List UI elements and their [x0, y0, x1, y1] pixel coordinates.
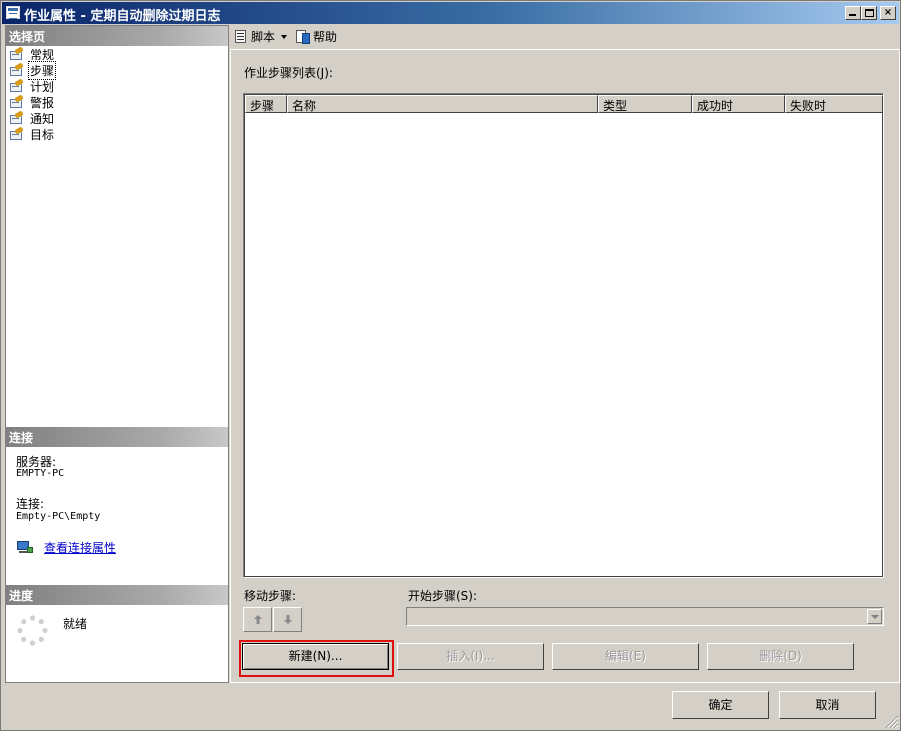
page-item-label: 计划	[30, 79, 55, 94]
page-item-targets[interactable]: 目标	[9, 125, 224, 142]
close-button[interactable]: ×	[880, 6, 896, 20]
job-step-list-header: 步骤 名称 类型 成功时 失败时	[245, 95, 883, 113]
page-list: 常规 步骤 计划 警报 通知 目标	[9, 45, 224, 142]
help-button[interactable]: 帮助	[295, 28, 337, 45]
view-connection-properties[interactable]: 查看连接属性	[16, 539, 116, 556]
page-item-label: 通知	[30, 111, 55, 126]
connection-label: 连接:	[16, 497, 45, 511]
window-app-icon	[6, 6, 20, 19]
chevron-down-icon[interactable]	[867, 609, 882, 624]
toolbar: 脚本 帮助	[230, 25, 900, 50]
progress-header: 进度	[6, 585, 228, 605]
page-item-general[interactable]: 常规	[9, 45, 224, 62]
move-step-label: 移动步骤:	[244, 589, 297, 603]
minimize-icon	[849, 14, 856, 16]
column-header-type[interactable]: 类型	[598, 95, 692, 113]
arrow-down-icon	[284, 615, 292, 624]
script-icon	[233, 29, 249, 45]
job-step-list[interactable]: 步骤 名称 类型 成功时 失败时	[243, 93, 884, 578]
page-icon	[9, 77, 24, 93]
job-properties-window: 作业属性 - 定期自动删除过期日志 × 选择页 常规 步骤 计划 警报 通知 目…	[0, 0, 901, 731]
column-header-on-failure[interactable]: 失败时	[785, 95, 883, 113]
help-icon	[295, 29, 311, 45]
page-item-schedules[interactable]: 计划	[9, 77, 224, 94]
column-header-step[interactable]: 步骤	[245, 95, 287, 113]
ok-button[interactable]: 确定	[672, 691, 769, 719]
resize-grip-icon[interactable]	[883, 713, 899, 729]
connection-properties-icon	[16, 540, 34, 555]
page-item-label: 目标	[30, 127, 55, 142]
page-item-label: 步骤	[27, 60, 57, 80]
page-item-label: 警报	[30, 95, 55, 110]
chevron-down-icon[interactable]	[281, 34, 288, 39]
page-item-label: 常规	[30, 47, 55, 62]
page-item-steps[interactable]: 步骤	[9, 60, 224, 80]
server-value: EMPTY-PC	[16, 468, 65, 479]
view-connection-properties-link[interactable]: 查看连接属性	[44, 539, 116, 556]
connection-value: Empty-PC\Empty	[16, 511, 101, 522]
maximize-icon	[865, 9, 874, 17]
window-title: 作业属性 - 定期自动删除过期日志	[24, 9, 221, 24]
status-text: 就绪	[63, 617, 88, 631]
start-step-select[interactable]	[406, 607, 884, 626]
column-header-name[interactable]: 名称	[287, 95, 598, 113]
delete-step-button[interactable]: 删除(D)	[707, 643, 854, 670]
page-item-notifications[interactable]: 通知	[9, 109, 224, 126]
script-button[interactable]: 脚本	[233, 28, 288, 45]
script-label: 脚本	[251, 30, 276, 44]
help-label: 帮助	[313, 30, 338, 44]
insert-step-button[interactable]: 插入(I)...	[397, 643, 544, 670]
page-icon	[9, 93, 24, 109]
cancel-button[interactable]: 取消	[779, 691, 876, 719]
progress-spinner-icon	[17, 615, 48, 646]
title-bar[interactable]: 作业属性 - 定期自动删除过期日志 ×	[2, 2, 899, 24]
job-step-list-title: 作业步骤列表(J):	[244, 66, 333, 80]
start-step-label: 开始步骤(S):	[408, 589, 478, 603]
connection-header: 连接	[6, 427, 228, 447]
page-icon	[9, 61, 24, 77]
move-down-button[interactable]	[273, 607, 302, 632]
page-icon	[9, 45, 24, 61]
arrow-up-icon	[254, 615, 262, 624]
move-up-button[interactable]	[243, 607, 272, 632]
page-icon	[9, 109, 24, 125]
edit-step-button[interactable]: 编辑(E)	[552, 643, 699, 670]
minimize-button[interactable]	[845, 6, 861, 20]
close-icon: ×	[883, 7, 893, 18]
select-page-header: 选择页	[6, 26, 228, 46]
new-step-button[interactable]: 新建(N)...	[242, 643, 389, 670]
left-panel: 选择页 常规 步骤 计划 警报 通知 目标 连接 服务器: EMPTY-PC 连…	[5, 25, 229, 683]
maximize-button[interactable]	[861, 6, 877, 20]
page-icon	[9, 125, 24, 141]
column-header-on-success[interactable]: 成功时	[692, 95, 785, 113]
page-item-alerts[interactable]: 警报	[9, 93, 224, 110]
